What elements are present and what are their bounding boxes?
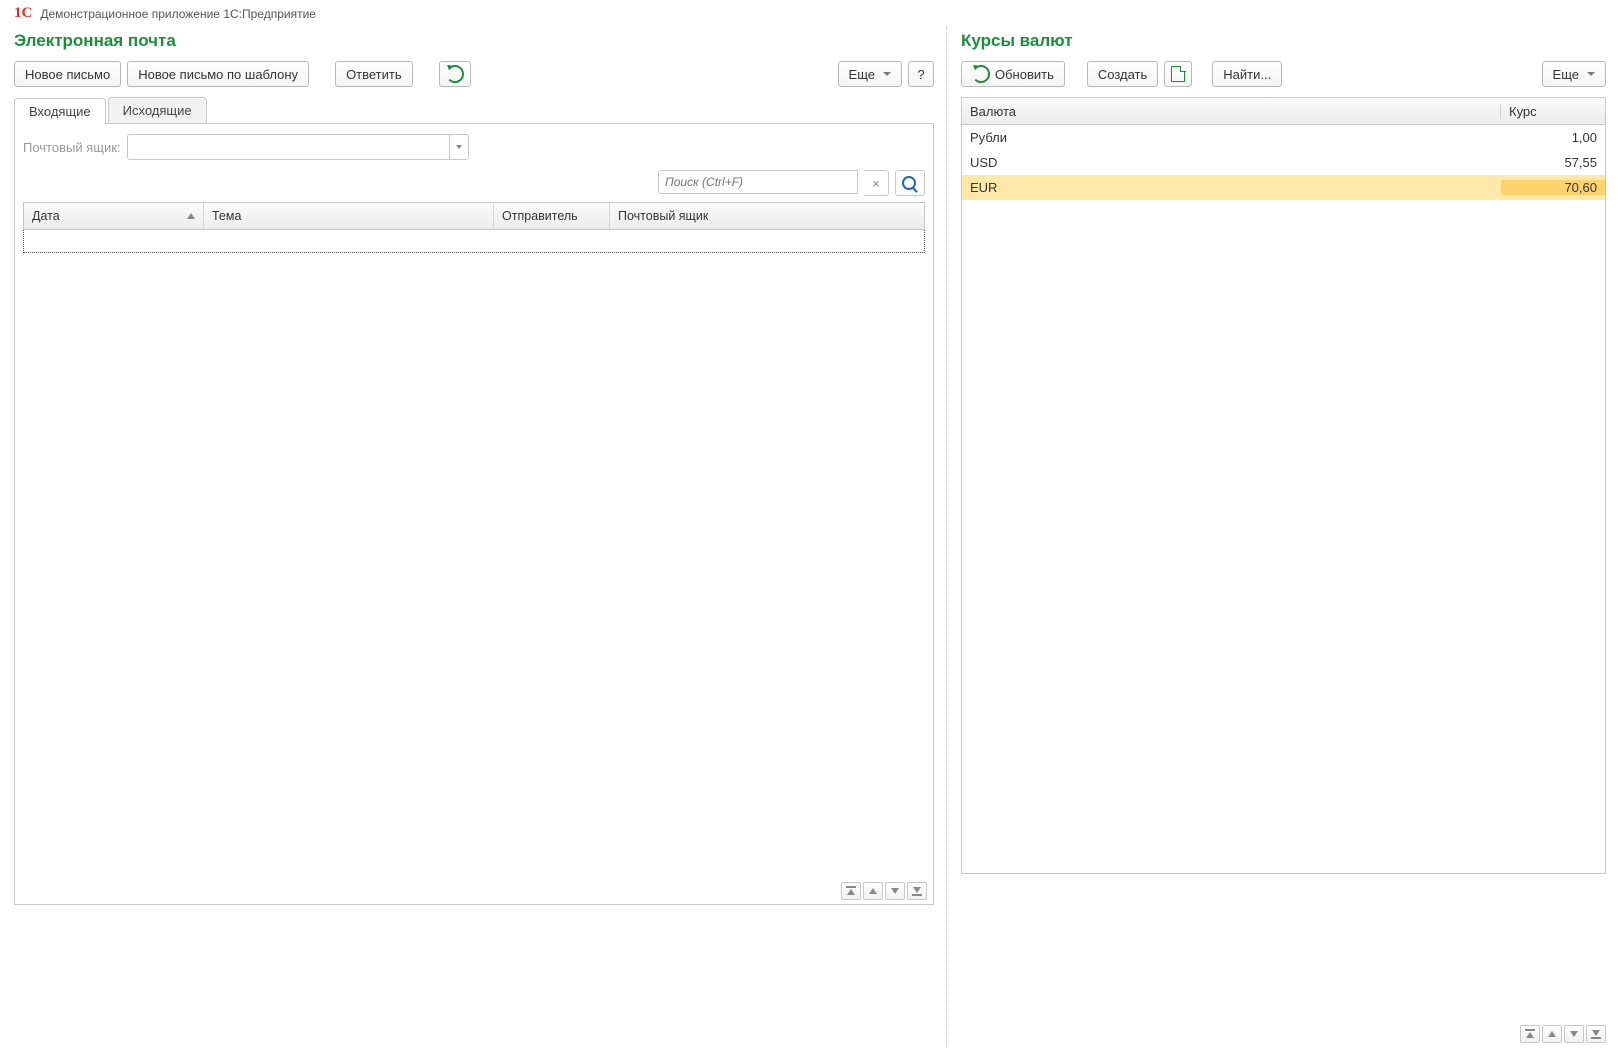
column-date-label: Дата bbox=[32, 209, 60, 223]
scroll-up-button[interactable] bbox=[863, 882, 883, 900]
column-sender[interactable]: Отправитель bbox=[494, 203, 610, 229]
refresh-button[interactable] bbox=[439, 61, 471, 87]
document-icon bbox=[1171, 66, 1185, 82]
cell-currency: USD bbox=[962, 155, 1501, 170]
scroll-bottom-button[interactable] bbox=[907, 882, 927, 900]
sort-asc-icon bbox=[187, 213, 195, 219]
scroll-bottom-button[interactable] bbox=[1586, 1025, 1606, 1043]
chevron-down-icon bbox=[883, 72, 891, 76]
arrow-bottom-icon bbox=[912, 886, 922, 896]
help-button[interactable]: ? bbox=[908, 61, 934, 87]
rates-table-body: Рубли 1,00 USD 57,55 EUR 70,60 bbox=[961, 125, 1606, 874]
mailbox-select-value bbox=[128, 135, 449, 159]
magnify-icon bbox=[902, 176, 916, 190]
chevron-down-icon bbox=[456, 145, 462, 149]
rates-copy-button[interactable] bbox=[1164, 61, 1192, 87]
email-list-controls bbox=[841, 882, 927, 900]
email-tab-content: Почтовый ящик: × Дата bbox=[14, 124, 934, 905]
new-message-button[interactable]: Новое письмо bbox=[14, 61, 121, 87]
new-from-template-button[interactable]: Новое письмо по шаблону bbox=[127, 61, 309, 87]
scroll-down-button[interactable] bbox=[1564, 1025, 1584, 1043]
cell-rate: 1,00 bbox=[1501, 130, 1605, 145]
arrow-top-icon bbox=[1525, 1029, 1535, 1039]
email-table-empty-row[interactable] bbox=[23, 230, 925, 253]
cell-currency: Рубли bbox=[962, 130, 1501, 145]
table-row[interactable]: EUR 70,60 bbox=[962, 175, 1605, 200]
arrow-up-icon bbox=[869, 888, 877, 894]
rates-refresh-button[interactable]: Обновить bbox=[961, 61, 1065, 87]
arrow-down-icon bbox=[1570, 1031, 1578, 1037]
rates-list-controls bbox=[1520, 1025, 1606, 1043]
mailbox-filter-row: Почтовый ящик: bbox=[23, 134, 925, 160]
arrow-up-icon bbox=[1548, 1031, 1556, 1037]
rates-section-title: Курсы валют bbox=[961, 31, 1606, 51]
main-layout: Электронная почта Новое письмо Новое пис… bbox=[0, 27, 1618, 1047]
search-input[interactable] bbox=[658, 170, 858, 194]
rates-more-label: Еще bbox=[1553, 67, 1579, 82]
rates-create-button[interactable]: Создать bbox=[1087, 61, 1158, 87]
column-mailbox-label: Почтовый ящик bbox=[618, 209, 708, 223]
tab-inbox[interactable]: Входящие bbox=[14, 98, 106, 124]
email-tabs: Входящие Исходящие bbox=[14, 97, 934, 124]
rates-more-button[interactable]: Еще bbox=[1542, 61, 1606, 87]
search-dropdown-button[interactable] bbox=[895, 170, 925, 196]
email-section-title: Электронная почта bbox=[14, 31, 934, 51]
column-currency[interactable]: Валюта bbox=[962, 104, 1501, 119]
rates-table-header: Валюта Курс bbox=[961, 97, 1606, 125]
cell-currency: EUR bbox=[962, 180, 1501, 195]
scroll-top-button[interactable] bbox=[1520, 1025, 1540, 1043]
column-subject-label: Тема bbox=[212, 209, 241, 223]
mailbox-select[interactable] bbox=[127, 134, 469, 160]
column-rate[interactable]: Курс bbox=[1501, 104, 1605, 119]
column-mailbox[interactable]: Почтовый ящик bbox=[610, 203, 924, 229]
arrow-bottom-icon bbox=[1591, 1029, 1601, 1039]
column-sender-label: Отправитель bbox=[502, 209, 578, 223]
rates-refresh-label: Обновить bbox=[995, 67, 1054, 82]
logo-1c-icon: 1C bbox=[14, 6, 32, 21]
scroll-top-button[interactable] bbox=[841, 882, 861, 900]
scroll-up-button[interactable] bbox=[1542, 1025, 1562, 1043]
column-date[interactable]: Дата bbox=[24, 203, 204, 229]
column-subject[interactable]: Тема bbox=[204, 203, 494, 229]
mailbox-select-dropdown[interactable] bbox=[449, 135, 468, 159]
rates-find-button[interactable]: Найти... bbox=[1212, 61, 1282, 87]
chevron-down-icon bbox=[1587, 72, 1595, 76]
reply-button[interactable]: Ответить bbox=[335, 61, 413, 87]
email-more-label: Еще bbox=[849, 67, 875, 82]
email-more-button[interactable]: Еще bbox=[838, 61, 902, 87]
table-row[interactable]: Рубли 1,00 bbox=[962, 125, 1605, 150]
search-clear-button[interactable]: × bbox=[864, 170, 889, 196]
scroll-down-button[interactable] bbox=[885, 882, 905, 900]
refresh-icon bbox=[972, 65, 990, 83]
arrow-top-icon bbox=[846, 886, 856, 896]
email-toolbar: Новое письмо Новое письмо по шаблону Отв… bbox=[14, 61, 934, 87]
mailbox-label: Почтовый ящик: bbox=[23, 140, 121, 155]
app-title: Демонстрационное приложение 1С:Предприят… bbox=[40, 7, 316, 21]
refresh-icon bbox=[446, 65, 464, 83]
rates-panel: Курсы валют Обновить Создать Найти... Ещ… bbox=[946, 27, 1618, 1047]
email-table-header: Дата Тема Отправитель Почтовый ящик bbox=[23, 202, 925, 230]
email-panel: Электронная почта Новое письмо Новое пис… bbox=[0, 27, 946, 1047]
email-search-row: × bbox=[23, 170, 925, 196]
table-row[interactable]: USD 57,55 bbox=[962, 150, 1605, 175]
tab-outbox[interactable]: Исходящие bbox=[108, 97, 207, 123]
rates-toolbar: Обновить Создать Найти... Еще bbox=[961, 61, 1606, 87]
arrow-down-icon bbox=[891, 888, 899, 894]
app-header: 1C Демонстрационное приложение 1С:Предпр… bbox=[0, 0, 1618, 27]
cell-rate: 57,55 bbox=[1501, 155, 1605, 170]
cell-rate: 70,60 bbox=[1501, 180, 1605, 195]
